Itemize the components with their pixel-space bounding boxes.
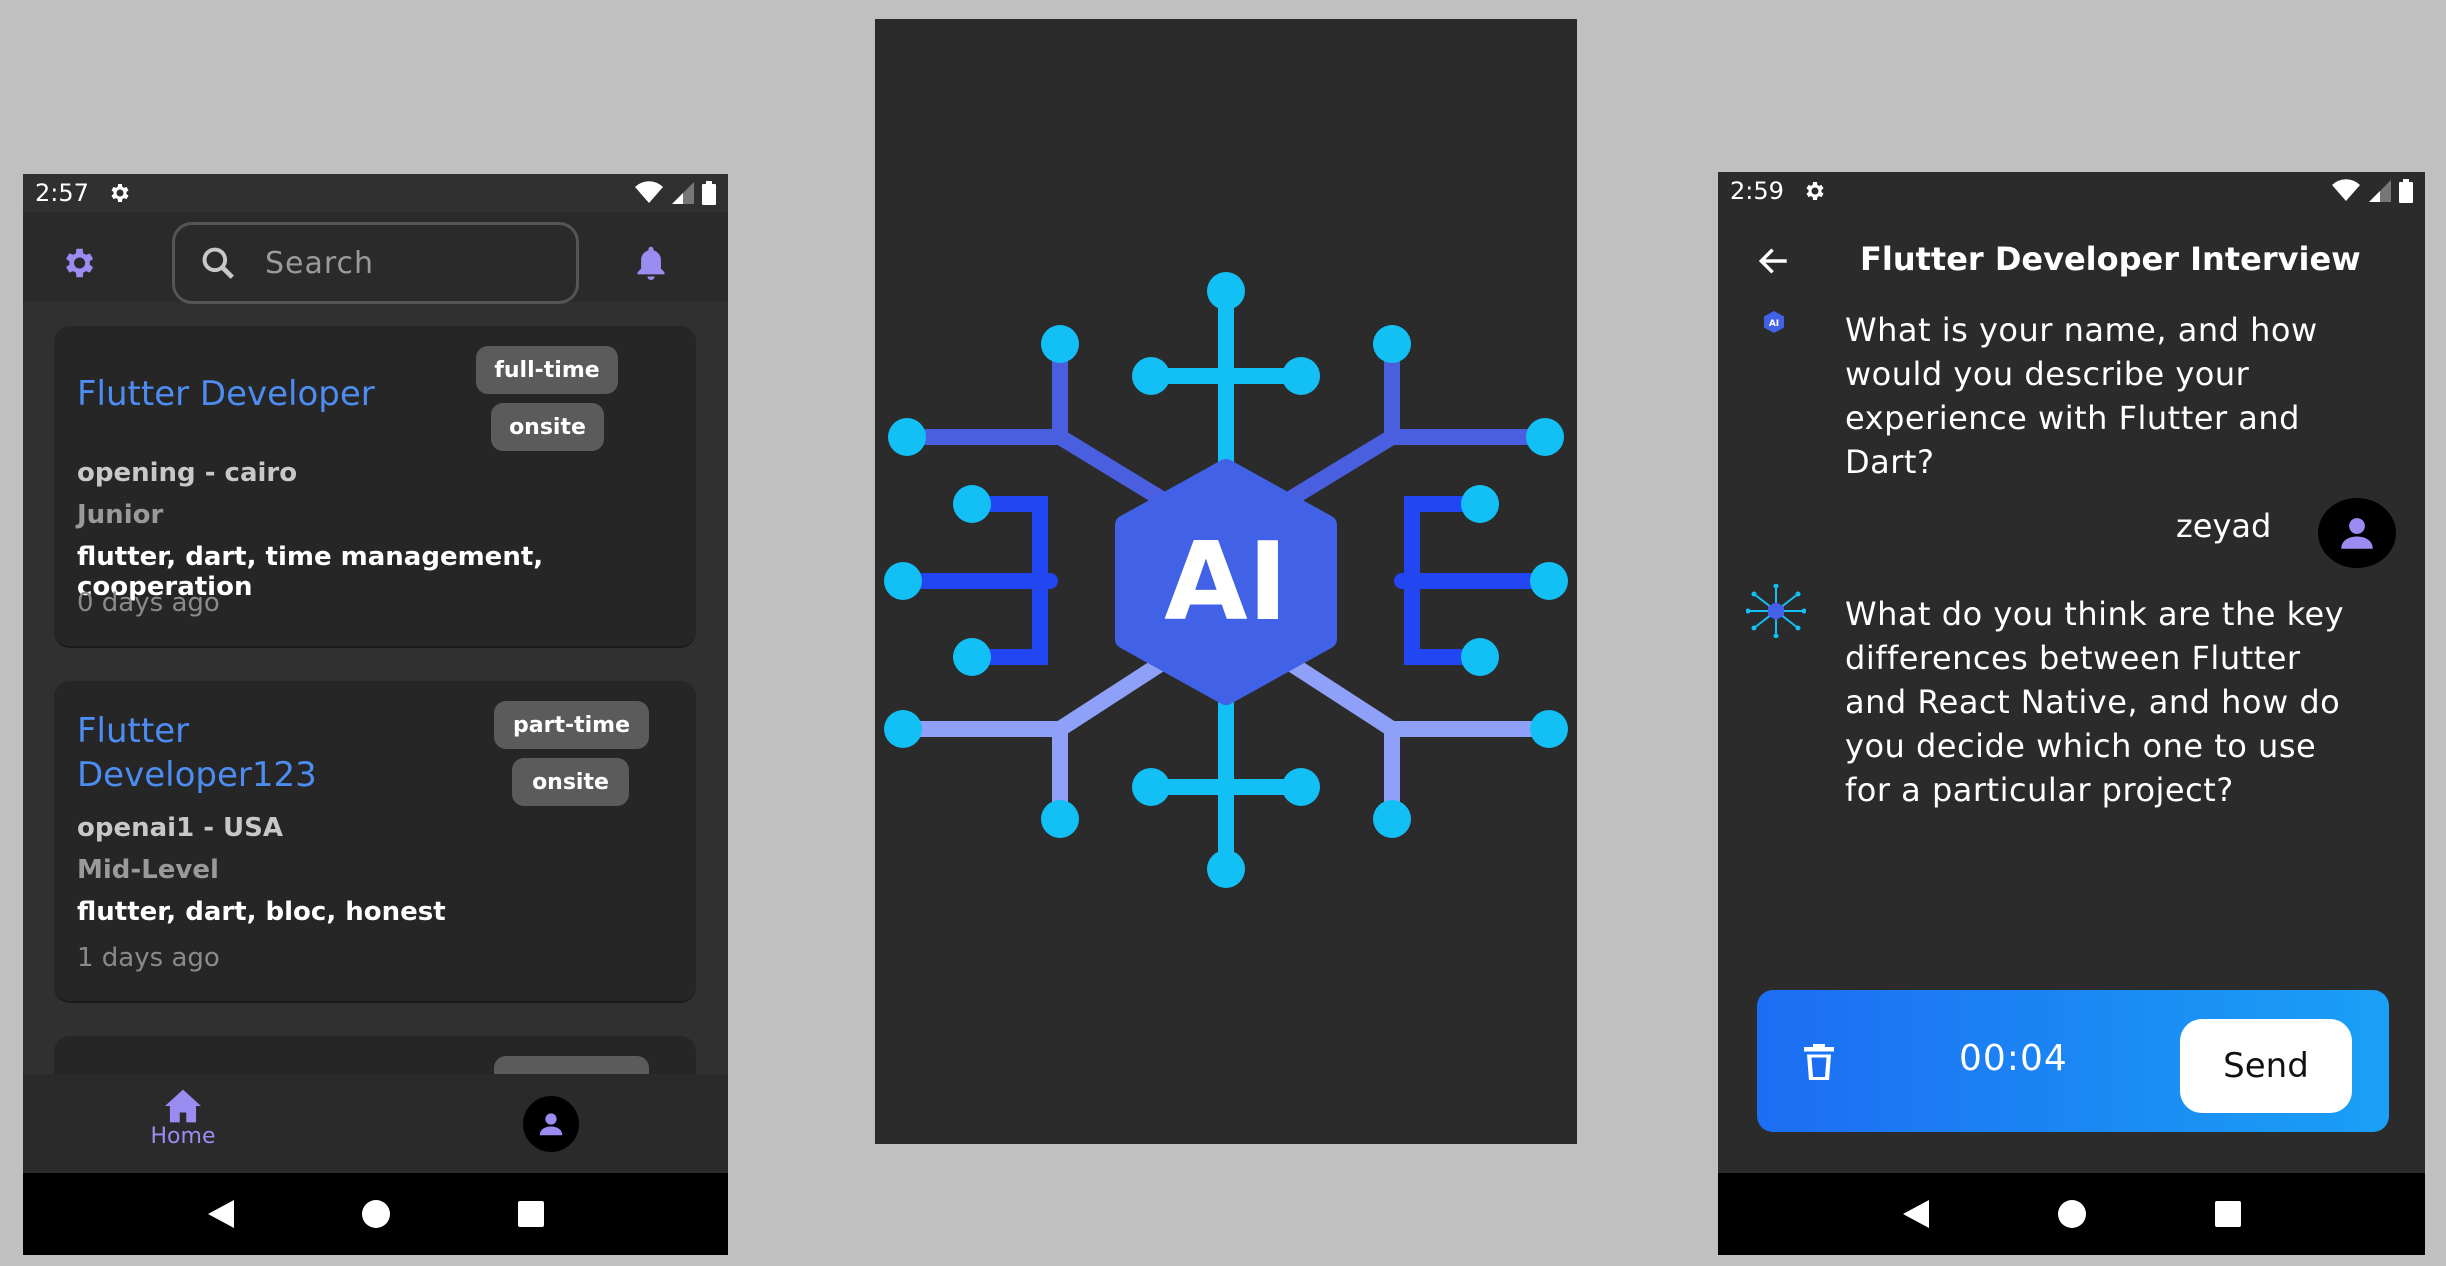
nav-home-label: Home — [150, 1124, 216, 1149]
job-level: Junior — [77, 500, 164, 530]
job-mode-chip: onsite — [491, 403, 604, 451]
profile-avatar[interactable] — [523, 1096, 579, 1152]
home-nav-icon[interactable] — [361, 1199, 391, 1229]
profile-icon — [539, 1113, 563, 1136]
system-navbar — [23, 1173, 728, 1255]
ai-message: What do you think are the key difference… — [1845, 595, 2345, 809]
back-arrow-icon[interactable] — [1756, 244, 1792, 278]
home-screen: 2:57 Search Flutter Developer full-time … — [23, 174, 728, 1255]
settings-icon[interactable] — [59, 244, 97, 282]
bottom-navigation: Home — [23, 1074, 728, 1174]
status-time: 2:57 — [35, 179, 89, 207]
system-navbar — [1718, 1173, 2425, 1255]
profile-icon — [2341, 518, 2373, 549]
search-input[interactable]: Search — [172, 222, 579, 304]
delete-icon[interactable] — [1801, 1042, 1837, 1082]
status-time: 2:59 — [1730, 177, 1784, 205]
job-posted: 0 days ago — [77, 588, 220, 618]
svg-text:AI: AI — [1769, 319, 1779, 329]
job-title: Flutter Developer123 — [77, 711, 317, 795]
job-level: Mid-Level — [77, 855, 219, 885]
job-card[interactable]: Flutter Developer123 part-time onsite op… — [54, 681, 696, 1003]
battery-icon — [702, 181, 716, 205]
job-location: openai1 - USA — [77, 813, 284, 843]
user-avatar — [2318, 498, 2396, 568]
home-icon — [165, 1089, 201, 1123]
battery-icon — [2399, 179, 2413, 203]
splash-screen: AI — [875, 19, 1577, 1144]
search-placeholder: Search — [265, 245, 375, 281]
job-type-chip: part-time — [494, 701, 649, 749]
recents-nav-icon[interactable] — [517, 1200, 545, 1228]
status-bar: 2:59 — [1718, 172, 2425, 210]
recents-nav-icon[interactable] — [2214, 1200, 2242, 1228]
interview-screen: 2:59 Flutter Developer Interview AI What… — [1718, 172, 2425, 1255]
voice-recorder-bar: 00:04 Send — [1757, 990, 2389, 1132]
settings-status-icon — [1806, 182, 1824, 200]
back-nav-icon[interactable] — [1901, 1198, 1931, 1230]
signal-icon — [672, 182, 694, 204]
signal-icon — [2369, 180, 2391, 202]
back-nav-icon[interactable] — [206, 1198, 236, 1230]
job-title: Flutter Developer — [77, 374, 375, 414]
recording-timer: 00:04 — [1959, 1038, 2068, 1079]
settings-status-icon — [111, 184, 129, 202]
bell-icon[interactable] — [634, 244, 668, 282]
search-icon — [202, 247, 234, 279]
job-posted: 1 days ago — [77, 943, 220, 973]
send-button[interactable]: Send — [2180, 1019, 2352, 1113]
status-bar: 2:57 — [23, 174, 728, 212]
job-card[interactable]: Flutter Developer full-time onsite openi… — [54, 326, 696, 648]
wifi-icon — [635, 181, 663, 203]
ai-bot-icon: AI — [1764, 311, 1784, 333]
ai-message: What is your name, and how would you des… — [1845, 311, 2318, 481]
job-skills: flutter, dart, bloc, honest — [77, 897, 446, 927]
home-nav-icon[interactable] — [2057, 1199, 2087, 1229]
job-type-chip: full-time — [476, 346, 618, 394]
nav-home[interactable]: Home — [143, 1088, 223, 1149]
wifi-icon — [2332, 179, 2360, 201]
ai-network-icon — [1746, 584, 1806, 638]
job-mode-chip: onsite — [512, 758, 629, 806]
ai-logo-text: AI — [1164, 520, 1288, 645]
page-title: Flutter Developer Interview — [1860, 240, 2361, 278]
user-message: zeyad — [2176, 507, 2272, 545]
job-location: opening - cairo — [77, 458, 298, 488]
